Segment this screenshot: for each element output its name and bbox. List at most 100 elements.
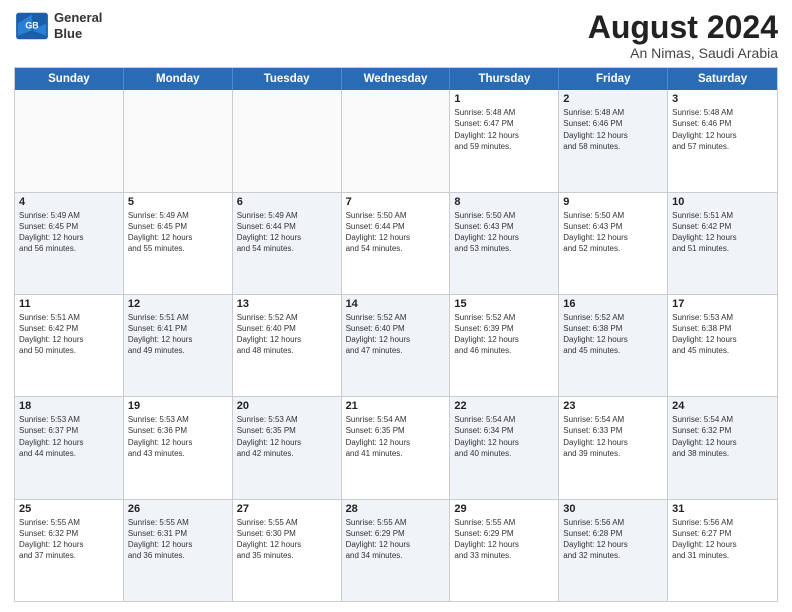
weekday-header: Friday [559,68,668,90]
day-number: 2 [563,93,663,105]
day-number: 9 [563,196,663,208]
day-info: Sunrise: 5:54 AM Sunset: 6:33 PM Dayligh… [563,414,663,459]
day-cell: 29 Sunrise: 5:55 AM Sunset: 6:29 PM Dayli… [450,500,559,601]
logo: GB General Blue [14,10,102,41]
weekday-header: Tuesday [233,68,342,90]
day-info: Sunrise: 5:52 AM Sunset: 6:38 PM Dayligh… [563,312,663,357]
weekday-header: Saturday [668,68,777,90]
calendar-body: 1 Sunrise: 5:48 AM Sunset: 6:47 PM Daylig… [15,90,777,601]
day-cell: 20 Sunrise: 5:53 AM Sunset: 6:35 PM Dayli… [233,397,342,498]
day-info: Sunrise: 5:52 AM Sunset: 6:40 PM Dayligh… [237,312,337,357]
day-cell: 25 Sunrise: 5:55 AM Sunset: 6:32 PM Dayli… [15,500,124,601]
day-number: 22 [454,400,554,412]
day-number: 20 [237,400,337,412]
day-info: Sunrise: 5:55 AM Sunset: 6:32 PM Dayligh… [19,517,119,562]
day-info: Sunrise: 5:53 AM Sunset: 6:37 PM Dayligh… [19,414,119,459]
day-number: 6 [237,196,337,208]
day-number: 25 [19,503,119,515]
day-cell: 11Sunrise: 5:51 AM Sunset: 6:42 PM Dayli… [15,295,124,396]
day-info: Sunrise: 5:48 AM Sunset: 6:46 PM Dayligh… [563,107,663,152]
calendar-header: SundayMondayTuesdayWednesdayThursdayFrid… [15,68,777,90]
day-number: 15 [454,298,554,310]
day-number: 7 [346,196,446,208]
day-number: 31 [672,503,773,515]
day-cell: 13 Sunrise: 5:52 AM Sunset: 6:40 PM Dayli… [233,295,342,396]
calendar: SundayMondayTuesdayWednesdayThursdayFrid… [14,67,778,602]
day-number: 30 [563,503,663,515]
day-cell: 26Sunrise: 5:55 AM Sunset: 6:31 PM Dayli… [124,500,233,601]
day-info: Sunrise: 5:53 AM Sunset: 6:35 PM Dayligh… [237,414,337,459]
day-cell: 10 Sunrise: 5:51 AM Sunset: 6:42 PM Dayli… [668,193,777,294]
day-number: 19 [128,400,228,412]
day-number: 5 [128,196,228,208]
day-cell: 17Sunrise: 5:53 AM Sunset: 6:38 PM Dayli… [668,295,777,396]
day-cell: 14 Sunrise: 5:52 AM Sunset: 6:40 PM Dayli… [342,295,451,396]
day-info: Sunrise: 5:56 AM Sunset: 6:28 PM Dayligh… [563,517,663,562]
day-info: Sunrise: 5:55 AM Sunset: 6:29 PM Dayligh… [454,517,554,562]
day-info: Sunrise: 5:50 AM Sunset: 6:44 PM Dayligh… [346,210,446,255]
day-number: 14 [346,298,446,310]
day-cell: 30 Sunrise: 5:56 AM Sunset: 6:28 PM Dayli… [559,500,668,601]
empty-cell [15,90,124,191]
day-info: Sunrise: 5:53 AM Sunset: 6:38 PM Dayligh… [672,312,773,357]
day-number: 11 [19,298,119,310]
day-cell: 1 Sunrise: 5:48 AM Sunset: 6:47 PM Daylig… [450,90,559,191]
day-cell: 24Sunrise: 5:54 AM Sunset: 6:32 PM Dayli… [668,397,777,498]
day-number: 4 [19,196,119,208]
main-title: August 2024 [588,10,778,45]
day-info: Sunrise: 5:56 AM Sunset: 6:27 PM Dayligh… [672,517,773,562]
day-cell: 9 Sunrise: 5:50 AM Sunset: 6:43 PM Daylig… [559,193,668,294]
calendar-row: 25 Sunrise: 5:55 AM Sunset: 6:32 PM Dayli… [15,500,777,601]
day-cell: 8 Sunrise: 5:50 AM Sunset: 6:43 PM Daylig… [450,193,559,294]
weekday-header: Thursday [450,68,559,90]
day-cell: 19Sunrise: 5:53 AM Sunset: 6:36 PM Dayli… [124,397,233,498]
day-info: Sunrise: 5:50 AM Sunset: 6:43 PM Dayligh… [454,210,554,255]
day-cell: 23 Sunrise: 5:54 AM Sunset: 6:33 PM Dayli… [559,397,668,498]
day-number: 18 [19,400,119,412]
day-info: Sunrise: 5:52 AM Sunset: 6:39 PM Dayligh… [454,312,554,357]
day-info: Sunrise: 5:49 AM Sunset: 6:45 PM Dayligh… [128,210,228,255]
empty-cell [124,90,233,191]
day-number: 26 [128,503,228,515]
logo-text: General Blue [54,10,102,41]
header: GB General Blue August 2024 An Nimas, Sa… [14,10,778,61]
day-info: Sunrise: 5:48 AM Sunset: 6:46 PM Dayligh… [672,107,773,152]
svg-text:GB: GB [25,20,38,30]
day-number: 29 [454,503,554,515]
day-info: Sunrise: 5:50 AM Sunset: 6:43 PM Dayligh… [563,210,663,255]
logo-icon: GB [14,11,50,41]
title-block: August 2024 An Nimas, Saudi Arabia [588,10,778,61]
day-number: 13 [237,298,337,310]
day-cell: 3Sunrise: 5:48 AM Sunset: 6:46 PM Daylig… [668,90,777,191]
day-cell: 12Sunrise: 5:51 AM Sunset: 6:41 PM Dayli… [124,295,233,396]
day-number: 23 [563,400,663,412]
day-cell: 22 Sunrise: 5:54 AM Sunset: 6:34 PM Dayli… [450,397,559,498]
day-cell: 27 Sunrise: 5:55 AM Sunset: 6:30 PM Dayli… [233,500,342,601]
day-info: Sunrise: 5:49 AM Sunset: 6:45 PM Dayligh… [19,210,119,255]
day-info: Sunrise: 5:54 AM Sunset: 6:34 PM Dayligh… [454,414,554,459]
day-number: 16 [563,298,663,310]
day-cell: 31 Sunrise: 5:56 AM Sunset: 6:27 PM Dayli… [668,500,777,601]
day-info: Sunrise: 5:48 AM Sunset: 6:47 PM Dayligh… [454,107,554,152]
day-number: 27 [237,503,337,515]
day-number: 24 [672,400,773,412]
calendar-row: 1 Sunrise: 5:48 AM Sunset: 6:47 PM Daylig… [15,90,777,192]
calendar-row: 18 Sunrise: 5:53 AM Sunset: 6:37 PM Dayli… [15,397,777,499]
day-number: 8 [454,196,554,208]
day-info: Sunrise: 5:52 AM Sunset: 6:40 PM Dayligh… [346,312,446,357]
day-number: 1 [454,93,554,105]
day-cell: 16 Sunrise: 5:52 AM Sunset: 6:38 PM Dayli… [559,295,668,396]
day-cell: 5 Sunrise: 5:49 AM Sunset: 6:45 PM Daylig… [124,193,233,294]
calendar-row: 4 Sunrise: 5:49 AM Sunset: 6:45 PM Daylig… [15,193,777,295]
empty-cell [233,90,342,191]
weekday-header: Sunday [15,68,124,90]
day-info: Sunrise: 5:49 AM Sunset: 6:44 PM Dayligh… [237,210,337,255]
day-cell: 6 Sunrise: 5:49 AM Sunset: 6:44 PM Daylig… [233,193,342,294]
day-cell: 28Sunrise: 5:55 AM Sunset: 6:29 PM Dayli… [342,500,451,601]
day-info: Sunrise: 5:51 AM Sunset: 6:42 PM Dayligh… [672,210,773,255]
day-info: Sunrise: 5:55 AM Sunset: 6:30 PM Dayligh… [237,517,337,562]
day-cell: 18 Sunrise: 5:53 AM Sunset: 6:37 PM Dayli… [15,397,124,498]
day-number: 10 [672,196,773,208]
day-cell: 15 Sunrise: 5:52 AM Sunset: 6:39 PM Dayli… [450,295,559,396]
day-number: 12 [128,298,228,310]
